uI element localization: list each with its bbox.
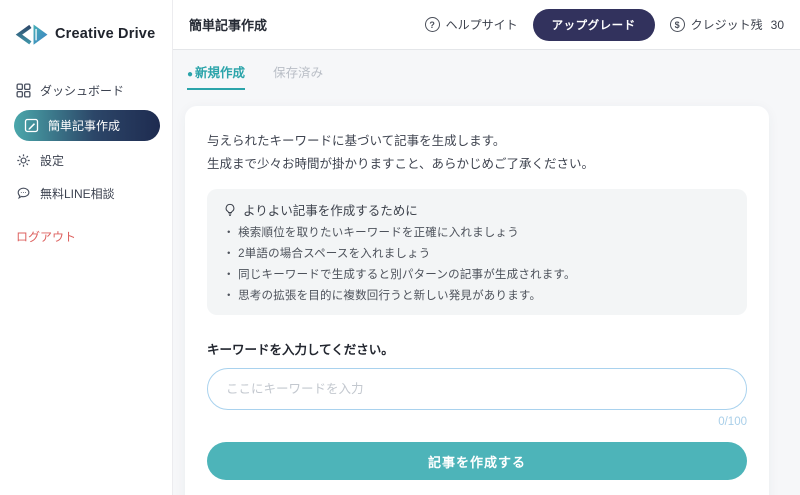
logo-text: Creative Drive — [55, 26, 155, 42]
sidebar-item-label: 設定 — [40, 152, 64, 169]
help-site-label: ヘルプサイト — [446, 16, 518, 33]
help-site-link[interactable]: ? ヘルプサイト — [425, 16, 518, 33]
page-title: 簡単記事作成 — [189, 15, 267, 34]
tip-item: ・ 同じキーワードで生成すると別パターンの記事が生成されます。 — [223, 266, 731, 282]
credits-label: クレジット残 — [691, 16, 763, 33]
credits-value: 30 — [771, 18, 784, 32]
sidebar-nav: ダッシュボード 簡単記事作成 設定 — [0, 74, 172, 210]
create-article-button[interactable]: 記事を作成する — [207, 442, 747, 480]
char-counter: 0/100 — [207, 416, 747, 428]
chat-bubble-icon — [16, 186, 31, 201]
coin-icon: $ — [670, 17, 685, 32]
upgrade-button[interactable]: アップグレード — [533, 9, 655, 41]
intro-line-2: 生成まで少々お時間が掛かりますこと、あらかじめご了承ください。 — [207, 153, 747, 176]
sidebar-item-article-creation[interactable]: 簡単記事作成 — [14, 110, 160, 141]
tips-title-row: よりよい記事を作成するために — [223, 200, 731, 219]
keyword-input[interactable] — [207, 368, 747, 410]
tip-item: ・ 検索順位を取りたいキーワードを正確に入れましょう — [223, 224, 731, 240]
tab-label: 新規作成 — [195, 66, 245, 80]
article-creation-card: 与えられたキーワードに基づいて記事を生成します。 生成まで少々お時間が掛かります… — [185, 106, 769, 495]
dashboard-grid-icon — [16, 83, 31, 98]
sidebar-item-line-consultation[interactable]: 無料LINE相談 — [0, 177, 172, 210]
sidebar-item-settings[interactable]: 設定 — [0, 144, 172, 177]
tips-box: よりよい記事を作成するために ・ 検索順位を取りたいキーワードを正確に入れましょ… — [207, 189, 747, 315]
sidebar-item-dashboard[interactable]: ダッシュボード — [0, 74, 172, 107]
logo: Creative Drive — [0, 0, 172, 74]
sidebar-item-label: ダッシュボード — [40, 82, 124, 99]
credits-remaining: $ クレジット残 30 — [670, 16, 784, 33]
content-area: ●新規作成 保存済み 与えられたキーワードに基づいて記事を生成します。 生成まで… — [173, 50, 800, 495]
header-actions: ? ヘルプサイト アップグレード $ クレジット残 30 — [425, 9, 784, 41]
tab-bar: ●新規作成 保存済み — [185, 62, 769, 90]
tips-title: よりよい記事を作成するために — [243, 200, 418, 219]
edit-article-icon — [24, 118, 39, 133]
active-tab-dot-icon: ● — [187, 69, 193, 80]
top-header: 簡単記事作成 ? ヘルプサイト アップグレード $ クレジット残 30 — [173, 0, 800, 50]
gear-icon — [16, 153, 31, 168]
intro-text: 与えられたキーワードに基づいて記事を生成します。 生成まで少々お時間が掛かります… — [207, 130, 747, 175]
tip-item: ・ 2単語の場合スペースを入れましょう — [223, 245, 731, 261]
sidebar: Creative Drive ダッシュボード — [0, 0, 173, 495]
main-area: 簡単記事作成 ? ヘルプサイト アップグレード $ クレジット残 30 ●新規作… — [173, 0, 800, 495]
keyword-label: キーワードを入力してください。 — [207, 339, 747, 358]
help-icon: ? — [425, 17, 440, 32]
logout-link[interactable]: ログアウト — [0, 216, 172, 257]
sidebar-item-label: 簡単記事作成 — [48, 117, 120, 134]
app-window: Creative Drive ダッシュボード — [0, 0, 800, 495]
lightbulb-icon — [223, 203, 237, 217]
intro-line-1: 与えられたキーワードに基づいて記事を生成します。 — [207, 130, 747, 153]
tab-saved[interactable]: 保存済み — [273, 62, 323, 90]
creative-drive-logo-icon — [12, 20, 50, 48]
sidebar-item-label: 無料LINE相談 — [40, 185, 115, 202]
tip-item: ・ 思考の拡張を目的に複数回行うと新しい発見があります。 — [223, 287, 731, 303]
tab-new-creation[interactable]: ●新規作成 — [187, 62, 245, 90]
